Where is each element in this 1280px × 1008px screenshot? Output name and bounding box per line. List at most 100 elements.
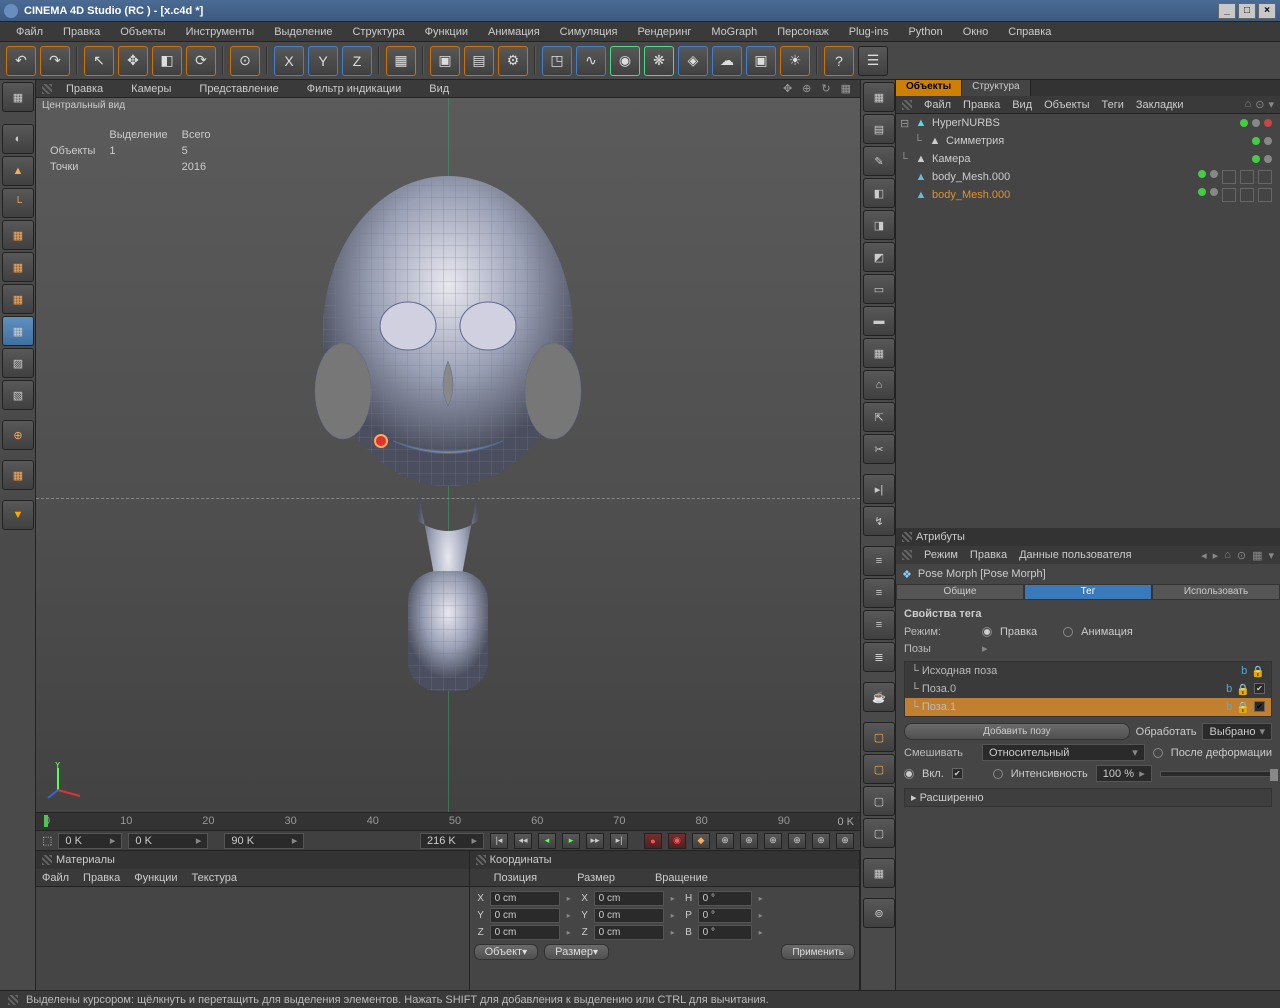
rtool-19[interactable]: ☕ [863,682,895,712]
tab-objects[interactable]: Объекты [896,80,962,96]
render-region[interactable]: ▤ [464,46,494,76]
restore-button[interactable]: □ [1238,3,1256,19]
size-X[interactable]: 0 cm [594,891,664,906]
attr-tab-tag[interactable]: Тег [1024,584,1152,600]
vp-nav-3[interactable]: ↻ [818,82,833,95]
tree-row[interactable]: └ ▲ Камера [896,150,1280,168]
last-tool[interactable]: ⊙ [230,46,260,76]
axis-x-toggle[interactable]: X [274,46,304,76]
key-pla[interactable]: ⊕ [812,833,830,849]
menu-Персонаж[interactable]: Персонаж [767,23,838,41]
rtool-10[interactable]: ⌂ [863,370,895,400]
keysel-btn[interactable]: ◆ [692,833,710,849]
rtool-23[interactable]: ▢ [863,818,895,848]
mode-anim-radio[interactable] [1063,627,1073,637]
rtool-1[interactable]: ▦ [863,82,895,112]
menu-Структура[interactable]: Структура [342,23,414,41]
vp-nav-2[interactable]: ⊕ [799,82,814,95]
play-fwd[interactable]: ▸ [562,833,580,849]
minimize-button[interactable]: _ [1218,3,1236,19]
rtool-16[interactable]: ≡ [863,578,895,608]
camera-tool[interactable]: ▣ [746,46,776,76]
menu-Python[interactable]: Python [898,23,952,41]
menu-Файл[interactable]: Файл [6,23,53,41]
rtool-15[interactable]: ≡ [863,546,895,576]
key-rot[interactable]: ⊕ [764,833,782,849]
workplane-mode[interactable]: ▦ [2,252,34,282]
spline-tool[interactable]: ∿ [576,46,606,76]
object-tree[interactable]: ⊟ ▲ HyperNURBS └ ▲ Симметрия └ ▲ Камера … [896,114,1280,528]
frame-cur-field[interactable]: 0 K▸ [128,833,208,849]
tree-row[interactable]: └ ▲ Симметрия [896,132,1280,150]
tag-icon[interactable] [1240,170,1254,184]
rtool-11[interactable]: ⇱ [863,402,895,432]
rtool-13[interactable]: ▸| [863,474,895,504]
primitive-cube[interactable]: ◳ [542,46,572,76]
drop-tool[interactable]: ▼ [2,500,34,530]
enabled-check[interactable]: ✔ [952,768,963,779]
matmenu-Правка[interactable]: Правка [83,872,120,884]
menu-Правка[interactable]: Правка [53,23,110,41]
intensity-slider[interactable] [1160,771,1272,777]
rtool-12[interactable]: ✂ [863,434,895,464]
autokey-btn[interactable]: ◉ [668,833,686,849]
menu-Окно[interactable]: Окно [953,23,999,41]
rtool-24[interactable]: ▦ [863,858,895,888]
matmenu-Функции[interactable]: Функции [134,872,177,884]
intensity-field[interactable]: 100 %▸ [1096,765,1152,782]
frame-end-field[interactable]: 90 K▸ [224,833,304,849]
vpmenu-Вид[interactable]: Вид [429,83,449,95]
environment-tool[interactable]: ☁ [712,46,742,76]
help-bubble[interactable]: ? [824,46,854,76]
objmenu-Вид[interactable]: Вид [1012,99,1032,111]
mix-dropdown[interactable]: Относительный▾ [982,744,1145,761]
attrmenu-Правка[interactable]: Правка [970,549,1007,561]
size-Z[interactable]: 0 cm [594,925,664,940]
attrmenu-Режим[interactable]: Режим [924,549,958,561]
light-tool[interactable]: ☀ [780,46,810,76]
axis-mode[interactable]: └ [2,188,34,218]
timeline[interactable]: 0102030405060708090 0 K [36,812,860,830]
rotate-tool[interactable]: ⟳ [186,46,216,76]
tag-icon[interactable] [1258,188,1272,202]
menu-Анимация[interactable]: Анимация [478,23,550,41]
rtool-5[interactable]: ◨ [863,210,895,240]
menu-Симуляция[interactable]: Симуляция [550,23,628,41]
vp-nav-1[interactable]: ✥ [780,82,795,95]
tag-icon[interactable] [1258,170,1272,184]
process-dropdown[interactable]: Выбрано▾ [1202,723,1272,740]
deformer-tool[interactable]: ◈ [678,46,708,76]
rtool-17[interactable]: ≡ [863,610,895,640]
rtool-14[interactable]: ↯ [863,506,895,536]
rtool-6[interactable]: ◩ [863,242,895,272]
edge-mode[interactable]: ▨ [2,348,34,378]
point-mode[interactable]: ▦ [2,316,34,346]
pos-Z[interactable]: 0 cm [490,925,560,940]
objmenu-Закладки[interactable]: Закладки [1136,99,1184,111]
rtool-22[interactable]: ▢ [863,786,895,816]
rot-H[interactable]: 0 ° [698,891,752,906]
axis-z-toggle[interactable]: Z [342,46,372,76]
rtool-4[interactable]: ◧ [863,178,895,208]
pos-X[interactable]: 0 cm [490,891,560,906]
coord-system[interactable]: ▦ [386,46,416,76]
rtool-7[interactable]: ▭ [863,274,895,304]
tab-structure[interactable]: Структура [962,80,1030,96]
after-deform-radio[interactable] [1153,748,1163,758]
make-editable[interactable]: ◐ [2,124,34,154]
objmenu-Правка[interactable]: Правка [963,99,1000,111]
prev-key[interactable]: ◂◂ [514,833,532,849]
tag-icon[interactable] [1222,188,1236,202]
model-mode[interactable]: ▲ [2,156,34,186]
tree-row[interactable]: ⊟ ▲ HyperNURBS [896,114,1280,132]
frame-start-field[interactable]: 0 K▸ [58,833,122,849]
menu-Инструменты[interactable]: Инструменты [176,23,265,41]
key-scl[interactable]: ⊕ [740,833,758,849]
rtool-18[interactable]: ≣ [863,642,895,672]
polygon-mode[interactable]: ▧ [2,380,34,410]
frame-lock-icon[interactable]: ⬚ [42,834,52,847]
lock-tool[interactable]: ▦ [2,460,34,490]
menu-Выделение[interactable]: Выделение [264,23,342,41]
texture-mode[interactable]: ▦ [2,220,34,250]
matmenu-Текстура[interactable]: Текстура [192,872,237,884]
